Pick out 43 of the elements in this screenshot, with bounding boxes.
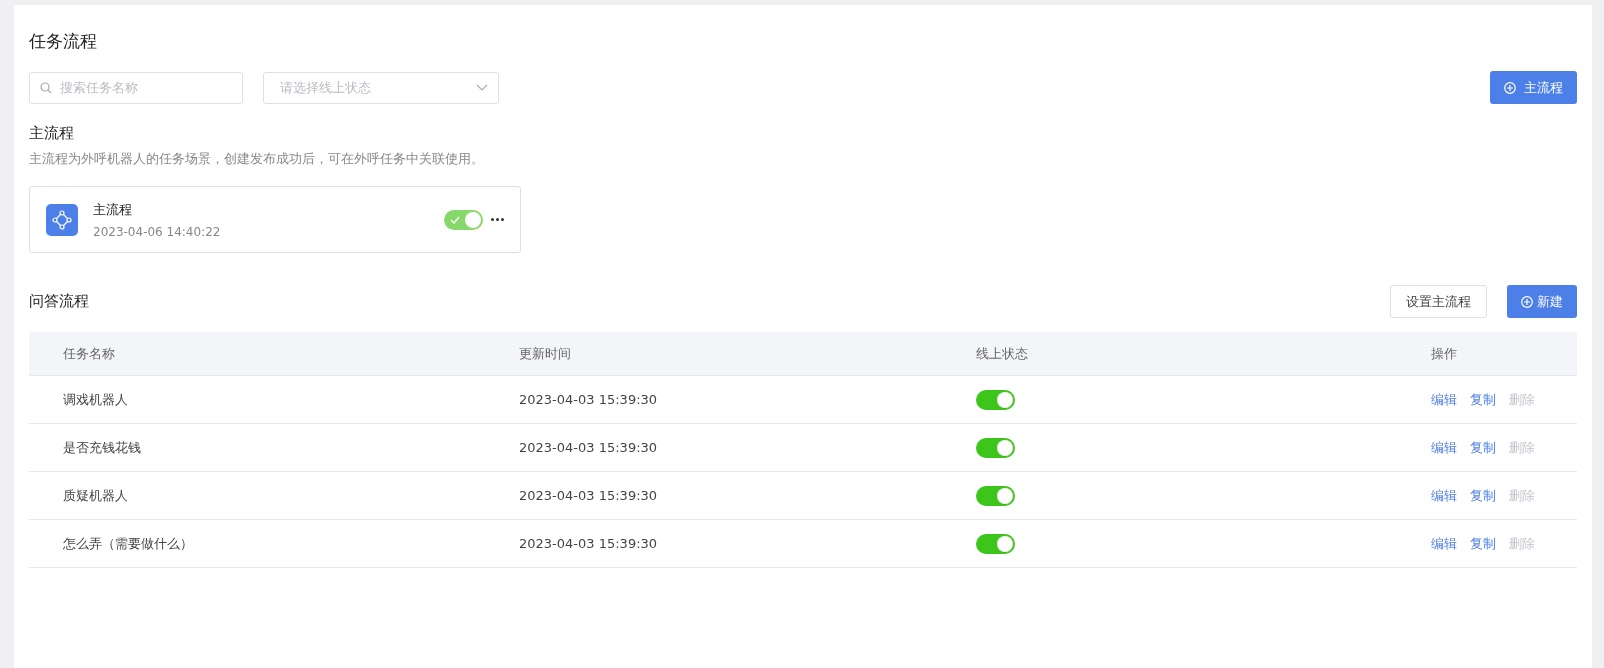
- action-link[interactable]: 编辑: [1431, 390, 1457, 409]
- table-cell-text: 2023-04-03 15:39:30: [519, 488, 659, 503]
- table-cell-text: 2023-04-03 15:39:30: [519, 392, 659, 407]
- toggle-switch[interactable]: [976, 389, 1015, 410]
- more-icon[interactable]: [491, 218, 504, 221]
- section-title: 主流程: [29, 124, 75, 143]
- chevron-down-icon: [476, 84, 488, 91]
- toggle-switch[interactable]: [976, 533, 1015, 554]
- table-cell-text: 质疑机器人: [63, 486, 129, 505]
- column-header: 操作: [1431, 344, 1458, 363]
- action-link[interactable]: 复制: [1470, 486, 1496, 505]
- table-cell-text: 是否充钱花钱: [63, 438, 142, 457]
- action-link[interactable]: 复制: [1470, 390, 1496, 409]
- search-field[interactable]: 搜索任务名称: [29, 71, 243, 104]
- plus-circle-icon: [1504, 81, 1516, 94]
- action-link[interactable]: 编辑: [1431, 534, 1457, 553]
- flow-time: 2023-04-06 14:40:22: [93, 224, 222, 239]
- column-header: 更新时间: [519, 344, 572, 363]
- check-icon: [450, 214, 460, 224]
- table-cell-text: 怎么弄（需要做什么）: [63, 534, 194, 553]
- table-cell-text: 调戏机器人: [63, 390, 129, 409]
- action-link[interactable]: 复制: [1470, 438, 1496, 457]
- section-title: 问答流程: [29, 292, 89, 311]
- table-cell-text: 2023-04-03 15:39:30: [519, 536, 659, 551]
- new-button[interactable]: 新建: [1507, 285, 1577, 318]
- set-main-flow-button[interactable]: 设置主流程: [1390, 285, 1487, 318]
- plus-circle-icon: [1521, 295, 1533, 308]
- action-link[interactable]: 复制: [1470, 534, 1496, 553]
- flow-card[interactable]: 主流程 2023-04-06 14:40:22: [29, 186, 521, 253]
- add-main-flow-button[interactable]: 主流程: [1490, 71, 1577, 104]
- column-header: 线上状态: [976, 344, 1029, 363]
- page-title: 任务流程: [29, 30, 98, 53]
- toggle-switch[interactable]: [976, 485, 1015, 506]
- action-link[interactable]: 编辑: [1431, 438, 1457, 457]
- toggle-switch[interactable]: [976, 437, 1015, 458]
- section-description: 主流程为外呼机器人的任务场景，创建发布成功后，可在外呼任务中关联使用。: [29, 151, 485, 168]
- flow-name: 主流程: [93, 200, 133, 219]
- column-header: 任务名称: [63, 344, 116, 363]
- flow-icon: [46, 203, 78, 236]
- toggle-switch[interactable]: [444, 209, 483, 230]
- action-link[interactable]: 编辑: [1431, 486, 1457, 505]
- table-cell-text: 2023-04-03 15:39:30: [519, 440, 659, 455]
- search-icon: [40, 81, 52, 94]
